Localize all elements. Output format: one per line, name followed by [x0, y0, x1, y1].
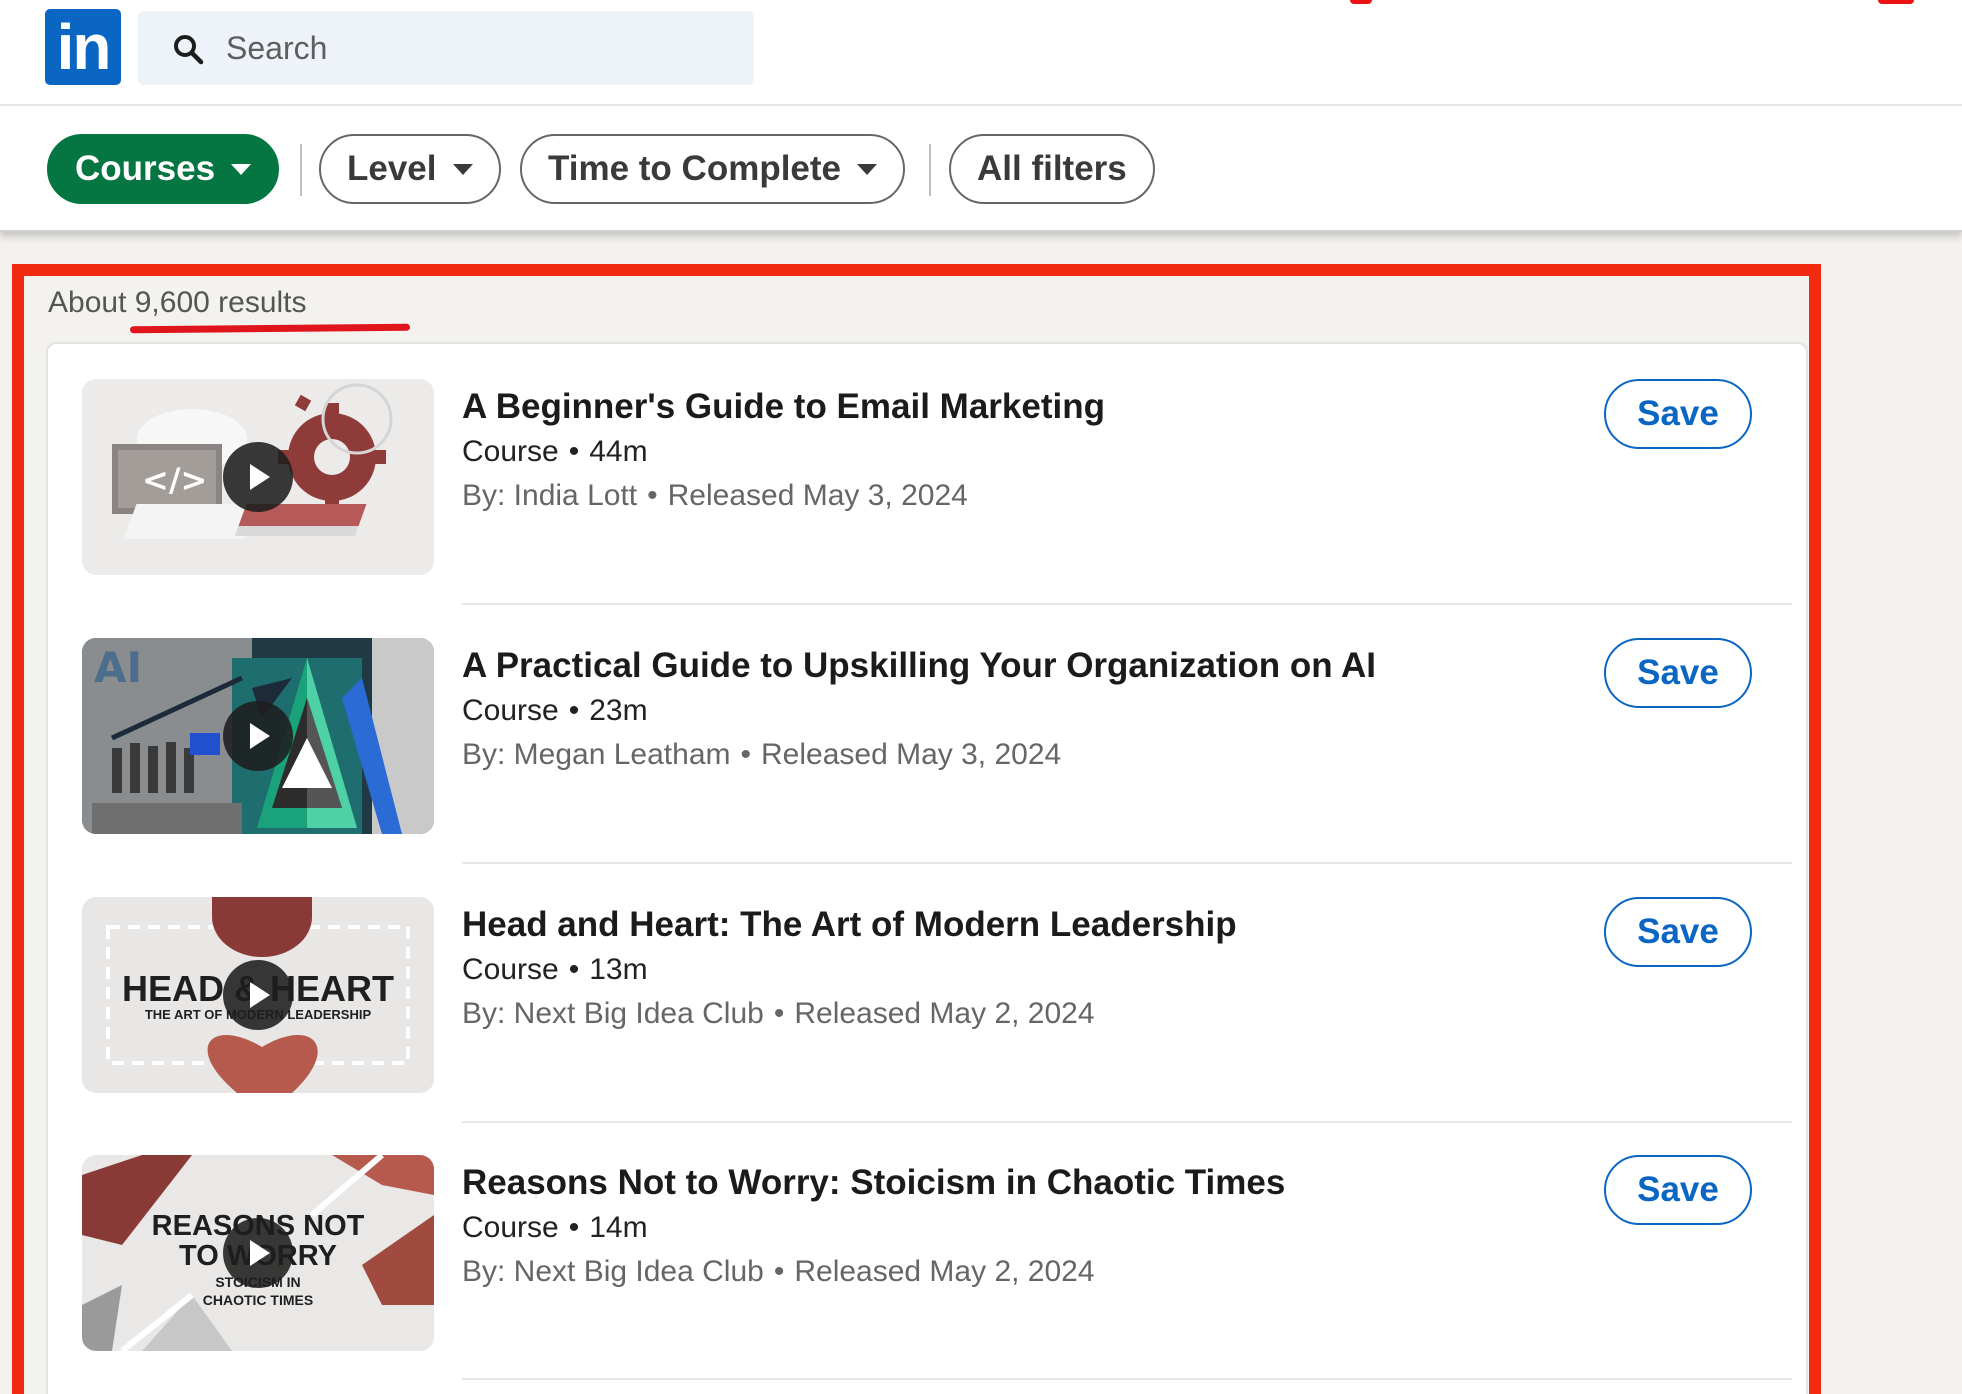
course-release-date: Released May 3, 2024 [761, 738, 1062, 771]
search-icon [174, 35, 204, 65]
separator-dot: • [568, 435, 580, 468]
course-title[interactable]: Head and Heart: The Art of Modern Leader… [462, 905, 1237, 945]
course-thumbnail[interactable]: REASONS NOT TO WORRY STOICISM IN CHAOTIC… [82, 1155, 434, 1351]
course-author: By: Megan Leatham [462, 738, 731, 771]
separator-dot: • [568, 694, 580, 727]
search-box[interactable] [138, 11, 754, 85]
course-type: Course [462, 953, 559, 986]
course-type: Course [462, 435, 559, 468]
course-author-line: By: India Lott • Released May 3, 2024 [462, 479, 968, 513]
course-title[interactable]: A Practical Guide to Upskilling Your Org… [462, 646, 1376, 686]
course-thumbnail[interactable]: HEAD & HEART THE ART OF MODERN LEADERSHI… [82, 897, 434, 1093]
all-filters-label: All filters [977, 149, 1127, 188]
row-divider [462, 603, 1792, 605]
course-release-date: Released May 3, 2024 [667, 479, 968, 512]
level-filter-label: Level [347, 149, 437, 188]
caret-down-icon [857, 163, 878, 175]
row-divider [462, 862, 1792, 864]
course-type: Course [462, 694, 559, 727]
top-navigation-bar: in [0, 0, 1962, 106]
all-filters-button[interactable]: All filters [949, 134, 1155, 204]
separator-dot: • [568, 953, 580, 986]
course-duration: 14m [589, 1211, 648, 1244]
play-icon [223, 701, 293, 771]
annotation-mark [1350, 0, 1372, 4]
course-list-item[interactable]: REASONS NOT TO WORRY STOICISM IN CHAOTIC… [82, 1155, 1792, 1394]
course-duration: 13m [589, 953, 648, 986]
course-thumbnail[interactable]: AI [82, 638, 434, 834]
save-button[interactable]: Save [1604, 379, 1752, 449]
separator-dot: • [647, 479, 658, 512]
course-list-item[interactable]: </> A Beginner's Guide to Email Marketin… [82, 379, 1792, 637]
course-duration: 44m [589, 435, 648, 468]
course-duration: 23m [589, 694, 648, 727]
save-button[interactable]: Save [1604, 1155, 1752, 1225]
save-button[interactable]: Save [1604, 897, 1752, 967]
level-filter-button[interactable]: Level [319, 134, 501, 204]
save-button[interactable]: Save [1604, 638, 1752, 708]
course-author-line: By: Next Big Idea Club • Released May 2, 2… [462, 997, 1095, 1031]
caret-down-icon [231, 163, 252, 175]
time-to-complete-filter-button[interactable]: Time to Complete [520, 134, 906, 204]
search-input[interactable] [226, 11, 726, 85]
filter-separator [300, 144, 302, 196]
course-list-item[interactable]: HEAD & HEART THE ART OF MODERN LEADERSHI… [82, 897, 1792, 1155]
course-meta: Course • 44m [462, 435, 648, 469]
course-meta: Course • 23m [462, 694, 648, 728]
play-icon [223, 1218, 293, 1288]
course-author-line: By: Megan Leatham • Released May 3, 2024 [462, 738, 1061, 772]
course-type: Course [462, 1211, 559, 1244]
results-count: About 9,600 results [48, 286, 307, 319]
separator-dot: • [773, 1255, 785, 1288]
play-icon [223, 442, 293, 512]
course-release-date: Released May 2, 2024 [794, 997, 1095, 1030]
course-author: By: Next Big Idea Club [462, 997, 764, 1030]
linkedin-logo[interactable]: in [45, 9, 121, 85]
filter-bar: Courses Level Time to Complete All filte… [0, 106, 1962, 232]
row-divider [462, 1378, 1792, 1380]
caret-down-icon [452, 163, 473, 175]
course-author-line: By: Next Big Idea Club • Released May 2, 2… [462, 1255, 1095, 1289]
course-title[interactable]: A Beginner's Guide to Email Marketing [462, 387, 1105, 427]
course-meta: Course • 14m [462, 1211, 648, 1245]
course-thumbnail[interactable]: </> [82, 379, 434, 575]
row-divider [462, 1121, 1792, 1123]
thumbnail-subtitle-line-2: CHAOTIC TIMES [203, 1292, 313, 1308]
thumbnail-ai-text: AI [94, 643, 142, 692]
separator-dot: • [568, 1211, 580, 1244]
courses-filter-label: Courses [75, 149, 216, 188]
separator-dot: • [740, 738, 752, 771]
play-icon [223, 960, 293, 1030]
course-author: By: Next Big Idea Club [462, 1255, 764, 1288]
course-meta: Course • 13m [462, 953, 648, 987]
course-title[interactable]: Reasons Not to Worry: Stoicism in Chaoti… [462, 1163, 1285, 1203]
filter-separator [929, 144, 931, 196]
course-author: By: India Lott [462, 479, 638, 512]
course-list-item[interactable]: AI A Practical Guide to Upskilling Your … [82, 638, 1792, 896]
time-filter-label: Time to Complete [548, 149, 842, 188]
annotation-mark [1878, 0, 1914, 4]
separator-dot: • [773, 997, 785, 1030]
courses-filter-button[interactable]: Courses [47, 134, 280, 204]
svg-text:</>: </> [142, 461, 207, 499]
course-release-date: Released May 2, 2024 [794, 1255, 1095, 1288]
